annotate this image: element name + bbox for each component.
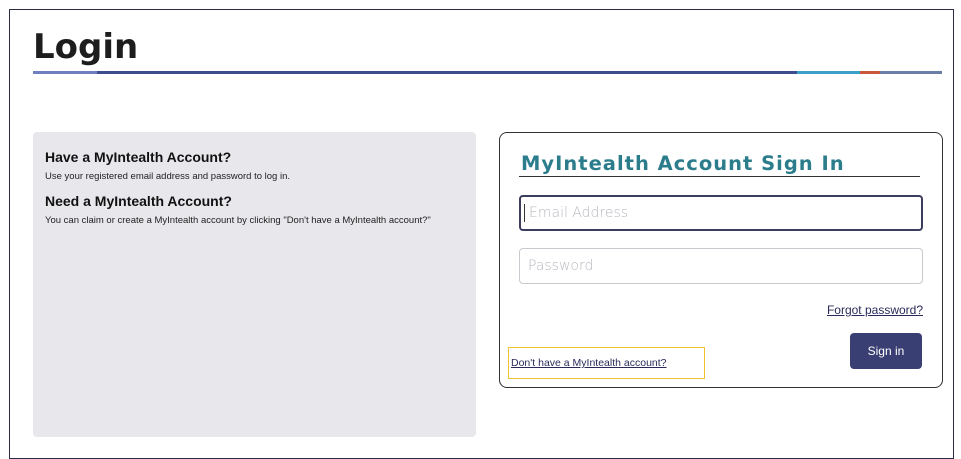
email-field[interactable] [519,195,923,231]
need-account-text: You can claim or create a MyIntealth acc… [45,215,431,226]
have-account-heading: Have a MyIntealth Account? [45,149,232,165]
forgot-password-link[interactable]: Forgot password? [827,303,923,317]
page-title: Login [33,27,139,67]
title-underline-accent [880,71,942,74]
signin-title-underline [519,176,920,177]
need-account-heading: Need a MyIntealth Account? [45,193,232,209]
no-account-link[interactable]: Don't have a MyIntealth account? [511,357,667,369]
signin-card-title: MyIntealth Account Sign In [521,152,845,175]
title-underline-accent [797,71,860,74]
text-cursor [524,204,525,222]
password-field[interactable] [519,248,923,284]
have-account-text: Use your registered email address and pa… [45,171,291,182]
signin-card: MyIntealth Account Sign In Forgot passwo… [499,132,943,388]
title-underline-accent [33,71,97,74]
account-info-panel: Have a MyIntealth Account? Use your regi… [33,132,476,437]
signin-button[interactable]: Sign in [850,333,922,369]
title-underline-accent [860,71,880,74]
